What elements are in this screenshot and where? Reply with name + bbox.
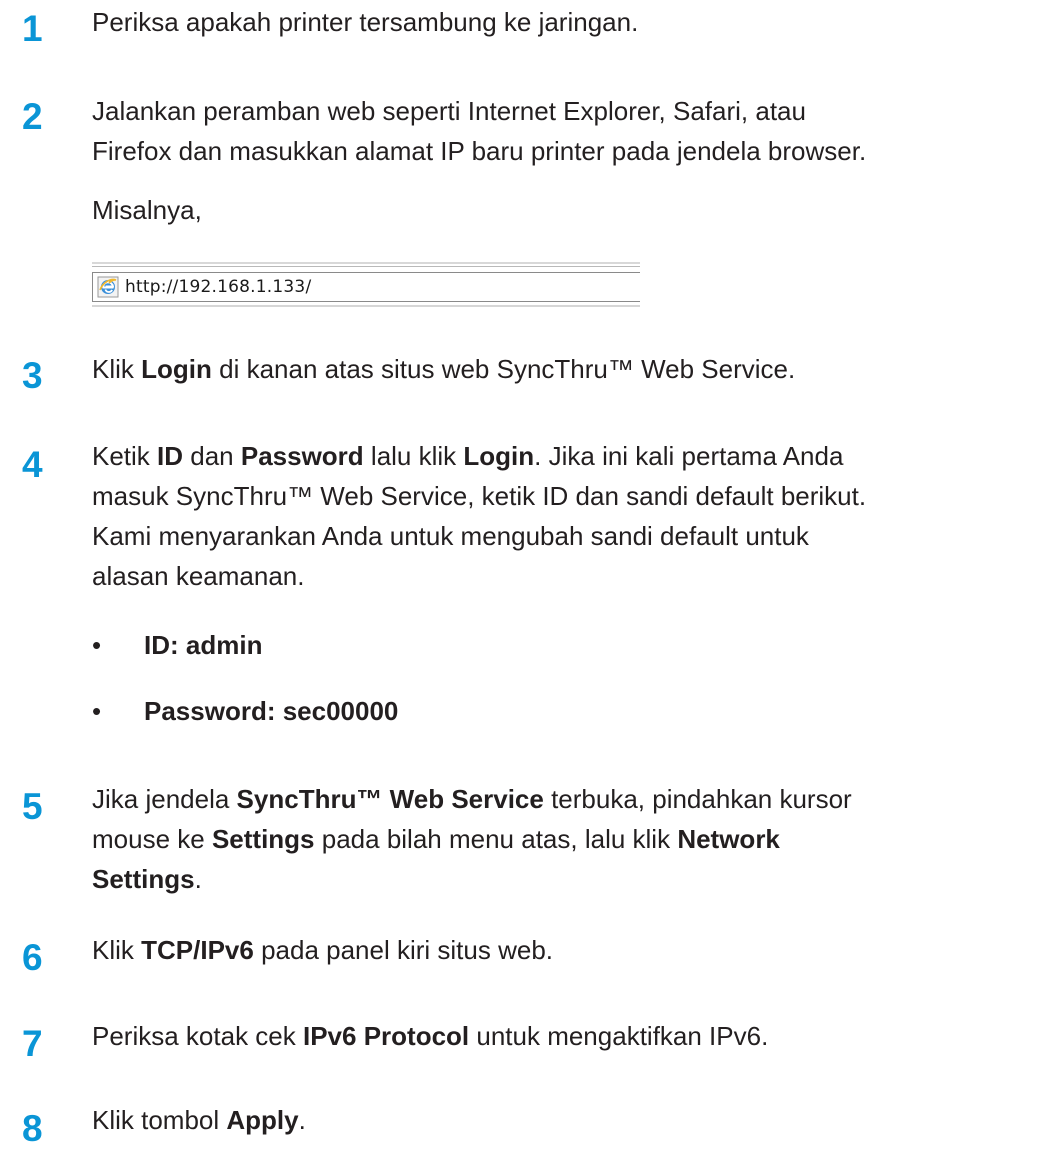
toolbar-divider bbox=[92, 266, 640, 267]
step-3-text: Klik Login di kanan atas situs web SyncT… bbox=[92, 349, 1042, 389]
step-number-6: 6 bbox=[22, 937, 43, 978]
step-3-text-part: di kanan atas situs web SyncThru™ Web Se… bbox=[211, 354, 796, 384]
step-4-line-1: Ketik ID dan Password lalu klik Login. J… bbox=[92, 436, 1042, 476]
step-number-7: 7 bbox=[22, 1023, 43, 1064]
step-5-text-part: Jika jendela bbox=[92, 784, 237, 814]
step-7-text-part: Periksa kotak cek bbox=[92, 1021, 303, 1051]
step-4-bold-login: Login bbox=[463, 441, 535, 471]
step-8-text: Klik tombol Apply. bbox=[92, 1100, 1042, 1140]
step-number-4: 4 bbox=[22, 444, 43, 485]
bullet-item-id: • ID: admin bbox=[92, 625, 262, 665]
step-number-3: 3 bbox=[22, 355, 43, 396]
bullet-dot: • bbox=[92, 696, 102, 726]
step-number-2: 2 bbox=[22, 96, 43, 137]
step-4-bold-id: ID bbox=[157, 441, 184, 471]
toolbar-divider bbox=[92, 262, 640, 264]
step-6-text-part: pada panel kiri situs web. bbox=[253, 935, 554, 965]
step-3-text-part: Klik bbox=[92, 354, 142, 384]
bullet-text: ID: admin bbox=[144, 630, 263, 660]
step-4-line-2: masuk SyncThru™ Web Service, ketik ID da… bbox=[92, 481, 867, 511]
step-4-line-4: alasan keamanan. bbox=[92, 561, 305, 591]
step-2-text: Jalankan peramban web seperti Internet E… bbox=[92, 91, 1042, 171]
step-4-text-part: dan bbox=[183, 441, 241, 471]
step-6-bold-tcpipv6: TCP/IPv6 bbox=[141, 935, 254, 965]
step-5-line-1: Jika jendela SyncThru™ Web Service terbu… bbox=[92, 779, 1042, 819]
step-5-text-part: terbuka, pindahkan kursor bbox=[543, 784, 852, 814]
address-url: http://192.168.1.133/ bbox=[125, 277, 312, 297]
step-5-text-part: . bbox=[194, 864, 202, 894]
step-4-line-3: Kami menyarankan Anda untuk mengubah san… bbox=[92, 521, 809, 551]
step-8-text-part: Klik tombol bbox=[92, 1105, 227, 1135]
step-6-text: Klik TCP/IPv6 pada panel kiri situs web. bbox=[92, 930, 1042, 970]
step-5-text-part: mouse ke bbox=[92, 824, 212, 854]
internet-explorer-icon bbox=[97, 276, 119, 298]
step-5-bold-network: Network bbox=[677, 824, 780, 854]
step-4-text: Ketik ID dan Password lalu klik Login. J… bbox=[92, 436, 1042, 596]
step-2-line-2: Firefox dan masukkan alamat IP baru prin… bbox=[92, 136, 867, 166]
step-5-line-3: Settings. bbox=[92, 859, 1042, 899]
step-8-text-part: . bbox=[298, 1105, 306, 1135]
step-4-text-part: lalu klik bbox=[363, 441, 464, 471]
step-5-line-2: mouse ke Settings pada bilah menu atas, … bbox=[92, 819, 1042, 859]
step-2-example-label: Misalnya, bbox=[92, 195, 202, 225]
step-4-text-part: . Jika ini kali pertama Anda bbox=[534, 441, 844, 471]
step-6-text-part: Klik bbox=[92, 935, 142, 965]
step-2-line-1: Jalankan peramban web seperti Internet E… bbox=[92, 96, 806, 126]
step-5-bold-syncthru: SyncThru™ Web Service bbox=[236, 784, 544, 814]
step-5-bold-settings: Settings bbox=[211, 824, 315, 854]
bullet-dot: • bbox=[92, 630, 102, 660]
step-4-text-part: Ketik bbox=[92, 441, 158, 471]
step-5-bold-settings-2: Settings bbox=[92, 864, 195, 894]
step-1-text: Periksa apakah printer tersambung ke jar… bbox=[92, 7, 639, 37]
step-4-bold-password: Password bbox=[240, 441, 364, 471]
browser-address-bar: http://192.168.1.133/ bbox=[92, 262, 640, 308]
step-number-5: 5 bbox=[22, 786, 43, 827]
step-8-bold-apply: Apply bbox=[226, 1105, 299, 1135]
bullet-item-password: • Password: sec00000 bbox=[92, 691, 398, 731]
bullet-text: Password: sec00000 bbox=[144, 696, 399, 726]
step-3-bold-login: Login bbox=[141, 354, 212, 384]
step-5-text: Jika jendela SyncThru™ Web Service terbu… bbox=[92, 779, 1042, 899]
step-7-bold-ipv6-protocol: IPv6 Protocol bbox=[302, 1021, 470, 1051]
step-number-8: 8 bbox=[22, 1108, 43, 1149]
step-7-text: Periksa kotak cek IPv6 Protocol untuk me… bbox=[92, 1016, 1042, 1056]
step-7-text-part: untuk mengaktifkan IPv6. bbox=[469, 1021, 769, 1051]
step-5-text-part: pada bilah menu atas, lalu klik bbox=[314, 824, 678, 854]
toolbar-divider bbox=[92, 305, 640, 307]
address-field[interactable]: http://192.168.1.133/ bbox=[92, 272, 640, 302]
step-number-1: 1 bbox=[22, 8, 43, 49]
